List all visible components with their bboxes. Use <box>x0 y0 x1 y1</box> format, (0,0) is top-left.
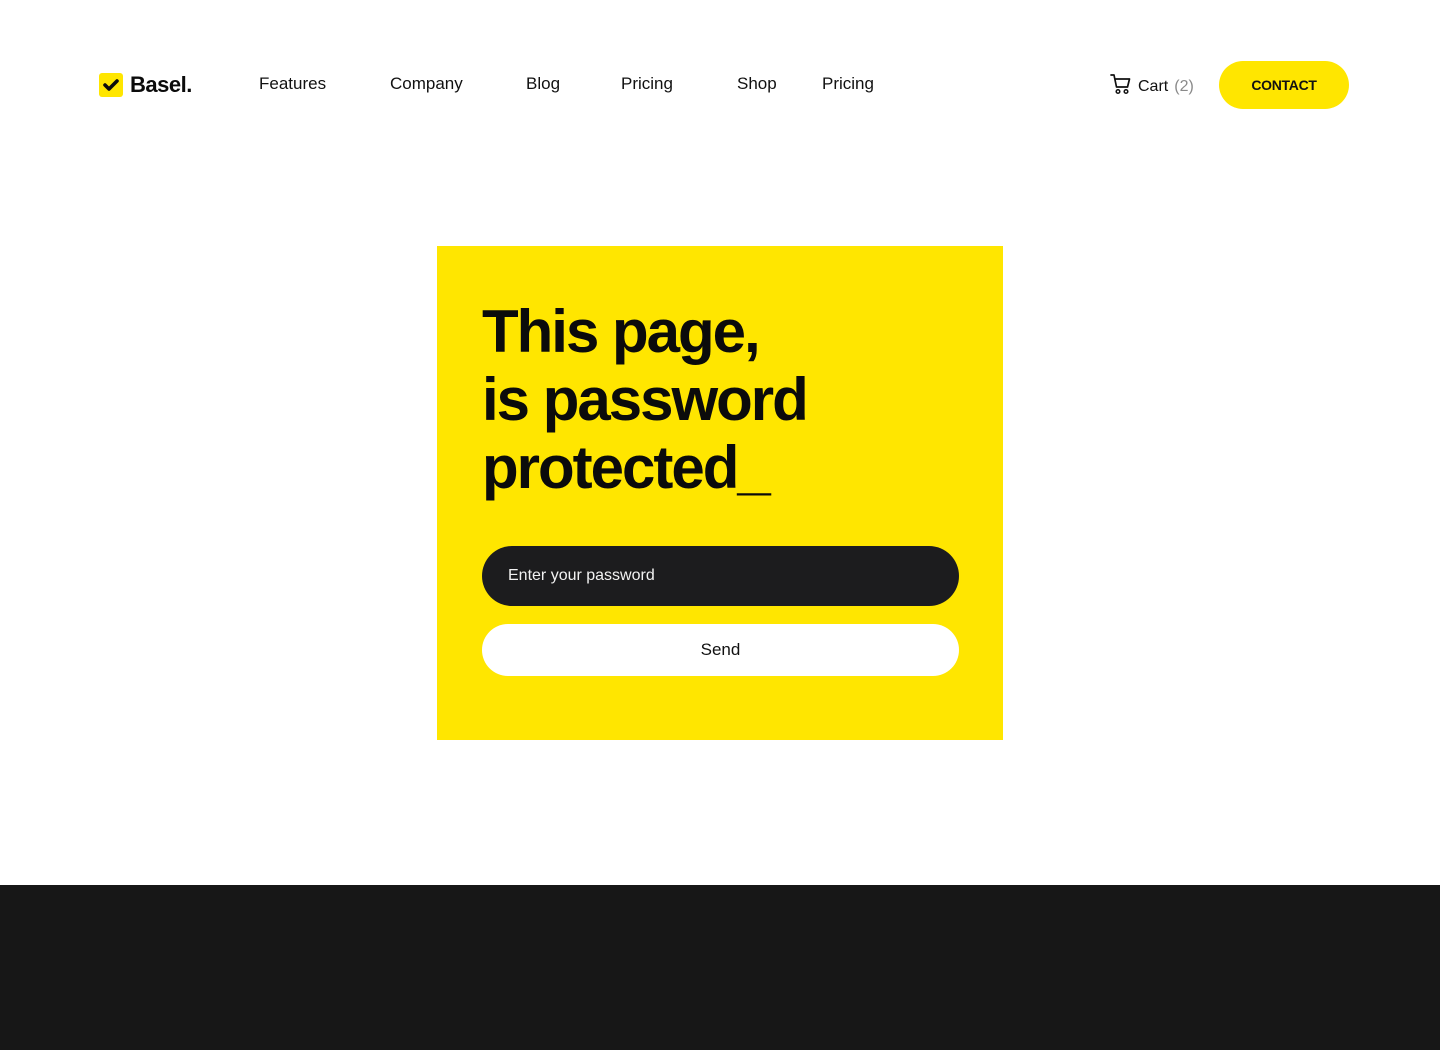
logo[interactable]: Basel. <box>99 72 192 98</box>
page-title: This page, is password protected_ <box>482 298 809 502</box>
cart-link[interactable]: Cart (2) <box>1110 73 1194 100</box>
nav-item-pricing[interactable]: Pricing <box>621 73 673 95</box>
site-header: Basel. Features Company Blog Pricing Sho… <box>0 0 1440 170</box>
contact-button[interactable]: CONTACT <box>1219 61 1349 109</box>
headline-line-3: protected_ <box>482 434 771 501</box>
checkmark-icon <box>99 73 123 97</box>
site-footer <box>0 885 1440 1050</box>
cart-icon <box>1110 73 1132 100</box>
nav-item-shop[interactable]: Shop <box>737 73 777 95</box>
nav-item-company[interactable]: Company <box>390 73 463 95</box>
nav-item-blog[interactable]: Blog <box>526 73 560 95</box>
password-input[interactable] <box>482 546 959 606</box>
nav-item-pricing-2[interactable]: Pricing <box>822 73 874 95</box>
headline-line-2: is password <box>482 366 809 433</box>
send-button[interactable]: Send <box>482 624 959 676</box>
headline-line-1: This page, <box>482 298 761 365</box>
password-card: This page, is password protected_ Send <box>437 246 1003 740</box>
nav-item-features[interactable]: Features <box>259 73 326 95</box>
cart-label: Cart <box>1138 77 1169 95</box>
brand-name: Basel. <box>130 72 192 97</box>
cart-count: (2) <box>1174 77 1194 95</box>
